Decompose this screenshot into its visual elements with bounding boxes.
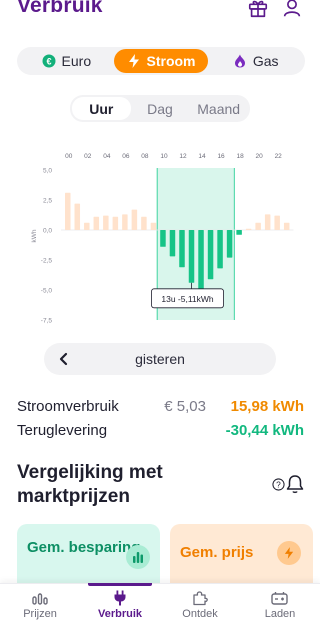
price-bars-icon [31, 589, 49, 607]
selected-day-label: gisteren [135, 351, 185, 367]
nav-item-verbruik[interactable]: Verbruik [80, 583, 160, 624]
bar [141, 216, 147, 230]
help-glyph: ? [276, 479, 281, 489]
x-tick-label: 20 [256, 153, 264, 160]
card-title: Gem. prijs [180, 544, 254, 561]
hourly-usage-chart[interactable]: 5,0 2,5 0,0 -2,5 -5,0 -7,5 kWh 00 02 04 06 08 10 12 14… [0, 140, 320, 340]
bar [169, 230, 176, 257]
bar [150, 222, 157, 230]
nav-label: Verbruik [97, 608, 143, 620]
y-axis-label: kWh [31, 229, 38, 242]
x-tick-label: 08 [141, 153, 149, 160]
y-tick-label: 5,0 [43, 168, 52, 175]
tab-uur[interactable]: Uur [72, 97, 131, 120]
battery-icon [271, 589, 289, 607]
page-title: Verbruik [17, 0, 103, 17]
bar [198, 230, 204, 292]
section-title: Vergelijking met marktprijzen [17, 462, 163, 507]
tab-gas[interactable]: Gas [208, 49, 303, 73]
stat-row-return: Teruglevering -30,44 kWh [17, 422, 304, 446]
euro-icon: € [42, 54, 56, 68]
card-title: Gem. besparing [27, 539, 141, 556]
bar [245, 228, 252, 230]
header-actions [246, 0, 304, 20]
x-tick-label: 02 [84, 153, 92, 160]
y-tick-label: -7,5 [41, 318, 53, 325]
tab-euro-label: Euro [61, 53, 92, 69]
price-alert[interactable]: ? [272, 474, 304, 494]
bottom-nav: Prijzen Verbruik Ontdek Laden [0, 583, 320, 624]
tab-gas-label: Gas [252, 53, 279, 69]
stat-value: -30,44 kWh [225, 422, 304, 439]
stat-row-consumption: Stroomverbruik € 5,03 15,98 kWh [17, 398, 304, 422]
stat-label: Stroomverbruik [17, 398, 119, 415]
nav-item-ontdek[interactable]: Ontdek [160, 584, 240, 624]
x-tick-label: 12 [179, 153, 187, 160]
bar [122, 214, 128, 230]
bell-icon[interactable] [286, 474, 304, 494]
bar [131, 209, 138, 230]
nav-label: Ontdek [182, 608, 218, 620]
bar [65, 192, 71, 230]
bar [103, 215, 109, 230]
x-tick-label: 00 [65, 153, 73, 160]
nav-label: Prijzen [23, 608, 57, 620]
help-icon[interactable]: ? [272, 477, 285, 491]
x-tick-label: 22 [275, 153, 283, 160]
x-tick-label: 10 [160, 153, 168, 160]
bar [264, 214, 271, 230]
y-tick-label: 2,5 [43, 198, 52, 205]
bar [255, 222, 261, 230]
bar [74, 203, 81, 230]
y-tick-label: -5,0 [41, 288, 53, 295]
y-tick-label: -2,5 [41, 258, 53, 265]
x-tick-label: 06 [122, 153, 130, 160]
bar [160, 230, 166, 247]
lightning-icon [127, 54, 141, 68]
bar [179, 230, 185, 268]
tab-stroom-label: Stroom [146, 53, 196, 69]
x-tick-label: 14 [198, 153, 206, 160]
energy-type-tabs: € Euro Stroom Gas [17, 47, 305, 75]
nav-item-laden[interactable]: Laden [240, 584, 320, 624]
bar [217, 230, 223, 269]
stat-value: 15,98 kWh [230, 398, 304, 415]
x-tick-label: 16 [217, 153, 225, 160]
nav-label: Laden [264, 608, 296, 620]
profile-icon[interactable] [280, 0, 304, 20]
bar [93, 216, 100, 230]
lightning-icon [277, 541, 301, 565]
svg-text:€: € [46, 56, 51, 66]
x-tick-label: 04 [103, 153, 111, 160]
tab-maand[interactable]: Maand [189, 97, 248, 120]
bar-chart-icon [126, 545, 150, 569]
stat-label: Teruglevering [17, 422, 108, 439]
bar [274, 215, 280, 230]
usage-summary: Stroomverbruik € 5,03 15,98 kWh Teruglev… [17, 398, 304, 446]
bar [226, 230, 233, 258]
x-tick-label: 18 [236, 153, 244, 160]
header: Verbruik [0, 0, 320, 30]
plug-icon [111, 589, 129, 607]
day-navigator: gisteren [44, 343, 276, 375]
tooltip-text: 13u -5,11kWh [161, 294, 214, 304]
bar [283, 222, 290, 230]
tab-stroom[interactable]: Stroom [113, 49, 209, 73]
gift-icon[interactable] [246, 0, 270, 20]
y-tick-label: 0,0 [43, 228, 52, 235]
bar [188, 230, 195, 283]
stat-euro: € 5,03 [164, 398, 206, 415]
tab-dag[interactable]: Dag [131, 97, 190, 120]
nav-item-prijzen[interactable]: Prijzen [0, 584, 80, 624]
bar [112, 216, 119, 230]
bar [84, 222, 90, 230]
flame-icon [233, 54, 247, 68]
bar [207, 230, 214, 280]
tab-euro[interactable]: € Euro [19, 49, 114, 73]
puzzle-icon [191, 589, 209, 607]
bar [236, 230, 242, 235]
period-tabs: Uur Dag Maand [70, 95, 250, 122]
